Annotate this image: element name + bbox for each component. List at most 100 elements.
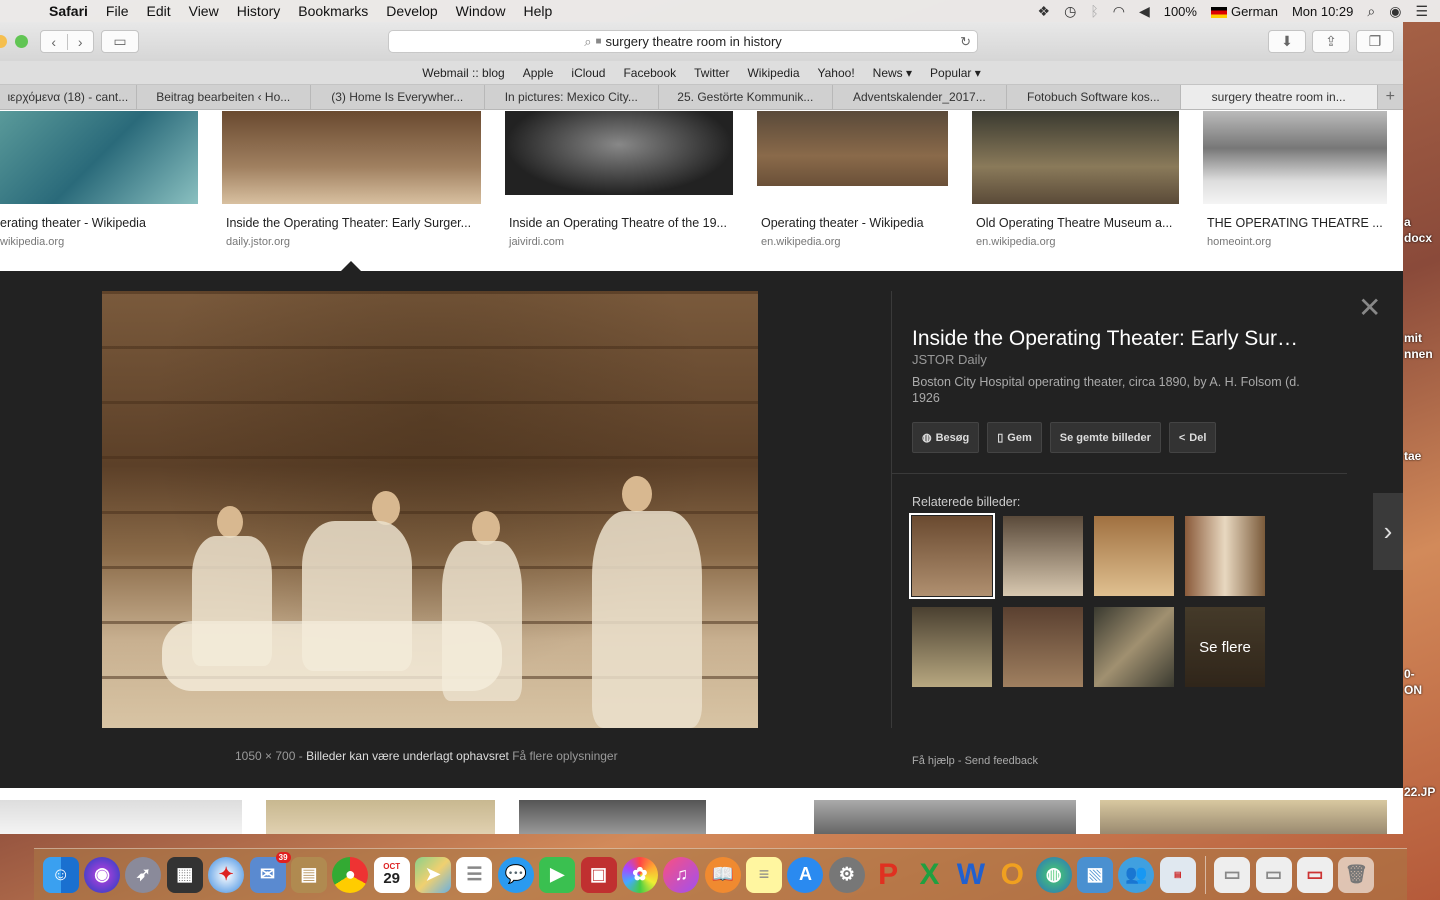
tab-overview-button[interactable]: ❐: [1356, 30, 1394, 53]
desktop-file-label[interactable]: ON: [1404, 683, 1422, 697]
desktop-file-label[interactable]: mit: [1404, 331, 1422, 345]
siri-dock-icon[interactable]: ◉: [84, 856, 121, 893]
menu-clock[interactable]: Mon 10:29: [1292, 4, 1353, 19]
menu-develop[interactable]: Develop: [377, 3, 446, 19]
result-card[interactable]: Inside an Operating Theatre of the 19...…: [505, 111, 733, 248]
result-image[interactable]: [0, 800, 242, 834]
cewe-icon[interactable]: ▤: [1159, 856, 1196, 893]
view-saved-button[interactable]: Se gemte billeder: [1049, 422, 1161, 453]
save-button[interactable]: ▯ Gem: [987, 422, 1042, 453]
related-image[interactable]: [909, 513, 995, 599]
feedback-link[interactable]: Send feedback: [965, 755, 1038, 767]
dropbox-icon[interactable]: ❖: [1038, 3, 1051, 20]
bookmark-popular[interactable]: Popular ▾: [930, 66, 981, 80]
tab[interactable]: Beitrag bearbeiten ‹ Ho...: [137, 85, 311, 109]
close-icon[interactable]: ✕: [1358, 291, 1381, 324]
reminders-icon[interactable]: ☰: [456, 856, 493, 893]
help-link[interactable]: Få hjælp: [912, 755, 955, 767]
result-card[interactable]: Old Operating Theatre Museum a... en.wik…: [972, 111, 1179, 248]
related-image[interactable]: [1094, 516, 1174, 596]
forward-button[interactable]: ›: [66, 33, 94, 50]
zoom-button[interactable]: [15, 35, 28, 48]
bookmark-wikipedia[interactable]: Wikipedia: [747, 66, 799, 80]
related-image[interactable]: [1185, 516, 1265, 596]
tab[interactable]: Adventskalender_2017...: [833, 85, 1007, 109]
result-image[interactable]: [505, 111, 733, 195]
opera-icon[interactable]: O: [994, 857, 1030, 893]
more-info-link[interactable]: Få flere oplysninger: [512, 749, 617, 763]
word-icon[interactable]: W: [953, 857, 989, 893]
mail-icon[interactable]: ✉ 39: [249, 851, 291, 893]
new-tab-button[interactable]: +: [1378, 85, 1403, 109]
bluetooth-icon[interactable]: ᛒ: [1090, 3, 1098, 19]
tab[interactable]: 25. Gestörte Kommunik...: [659, 85, 833, 109]
desktop-file-label[interactable]: 22.JP: [1404, 785, 1435, 799]
back-button[interactable]: ‹: [41, 34, 67, 50]
launchpad-icon[interactable]: ➶: [125, 856, 162, 893]
input-source[interactable]: German: [1210, 4, 1278, 19]
tab[interactable]: Fotobuch Software kos...: [1007, 85, 1181, 109]
chrome-icon[interactable]: ●: [332, 856, 369, 893]
menu-bookmarks[interactable]: Bookmarks: [289, 3, 377, 19]
result-image[interactable]: [814, 800, 1076, 834]
photos-icon[interactable]: ✿: [621, 856, 658, 893]
tab[interactable]: In pictures: Mexico City...: [485, 85, 659, 109]
menu-window[interactable]: Window: [447, 3, 515, 19]
globe-app-icon[interactable]: ◍: [1035, 856, 1072, 893]
reload-icon[interactable]: ↻: [960, 34, 971, 50]
messages-icon[interactable]: 💬: [497, 856, 534, 893]
minimize-button[interactable]: [0, 35, 7, 48]
finder-icon[interactable]: ☺: [42, 856, 79, 893]
desktop-file-label[interactable]: nnen: [1404, 347, 1433, 361]
notification-center-icon[interactable]: ☰: [1415, 3, 1428, 20]
bookmark-apple[interactable]: Apple: [523, 66, 554, 80]
sidebar-toggle-button[interactable]: ▭: [101, 30, 139, 53]
result-image[interactable]: [972, 111, 1179, 204]
result-image[interactable]: [266, 800, 495, 834]
bookmark-webmail[interactable]: Webmail :: blog: [422, 66, 504, 80]
bookmark-icloud[interactable]: iCloud: [571, 66, 605, 80]
preview-source[interactable]: JSTOR Daily: [912, 352, 987, 367]
preview-title[interactable]: Inside the Operating Theater: Early Sur…: [912, 327, 1322, 351]
result-card[interactable]: THE OPERATING THEATRE ... homeoint.org: [1203, 111, 1387, 248]
result-title[interactable]: Inside an Operating Theatre of the 19...: [505, 216, 733, 230]
result-image[interactable]: [519, 800, 706, 834]
powerpoint-icon[interactable]: P: [870, 857, 906, 893]
tab-active[interactable]: surgery theatre room in...: [1180, 85, 1378, 109]
downloads-button[interactable]: ⬇: [1268, 30, 1306, 53]
see-more-tile[interactable]: Se flere: [1185, 607, 1265, 687]
menu-history[interactable]: History: [228, 3, 290, 19]
time-machine-icon[interactable]: ◷: [1064, 3, 1076, 20]
bookmark-twitter[interactable]: Twitter: [694, 66, 729, 80]
bookmark-news[interactable]: News ▾: [873, 66, 912, 80]
volume-icon[interactable]: ◀: [1139, 3, 1150, 20]
desktop-file-label[interactable]: tae: [1404, 449, 1421, 463]
app-store-icon[interactable]: A: [787, 856, 824, 893]
siri-icon[interactable]: ◉: [1389, 3, 1401, 20]
related-image[interactable]: [1003, 516, 1083, 596]
preview-app-icon[interactable]: ▧: [1077, 856, 1114, 893]
itunes-icon[interactable]: ♫: [663, 856, 700, 893]
result-image[interactable]: [0, 111, 198, 204]
desktop-file-label[interactable]: 0-: [1404, 667, 1415, 681]
menu-edit[interactable]: Edit: [137, 3, 179, 19]
menu-file[interactable]: File: [97, 3, 138, 19]
safari-icon[interactable]: ✦: [208, 856, 245, 893]
wifi-icon[interactable]: ◠: [1113, 3, 1125, 20]
photo-app-icon[interactable]: ▣: [580, 856, 617, 893]
system-preferences-icon[interactable]: ⚙: [828, 856, 865, 893]
result-image[interactable]: [222, 111, 481, 204]
result-title[interactable]: Old Operating Theatre Museum a...: [972, 216, 1179, 230]
battery-status[interactable]: 100%: [1164, 4, 1197, 19]
result-image[interactable]: [757, 111, 948, 186]
document-stack-icon[interactable]: ▭: [1255, 856, 1292, 893]
excel-icon[interactable]: X: [912, 857, 948, 893]
related-image[interactable]: [912, 607, 992, 687]
share-image-button[interactable]: < Del: [1168, 422, 1217, 453]
tab[interactable]: (3) Home Is Everywher...: [311, 85, 485, 109]
desktop-file-label[interactable]: docx: [1404, 231, 1432, 245]
copyright-link[interactable]: Billeder kan være underlagt ophavsret: [306, 749, 509, 763]
menu-safari[interactable]: Safari: [40, 3, 97, 19]
menu-view[interactable]: View: [180, 3, 228, 19]
document-stack-icon[interactable]: ▭: [1214, 856, 1251, 893]
